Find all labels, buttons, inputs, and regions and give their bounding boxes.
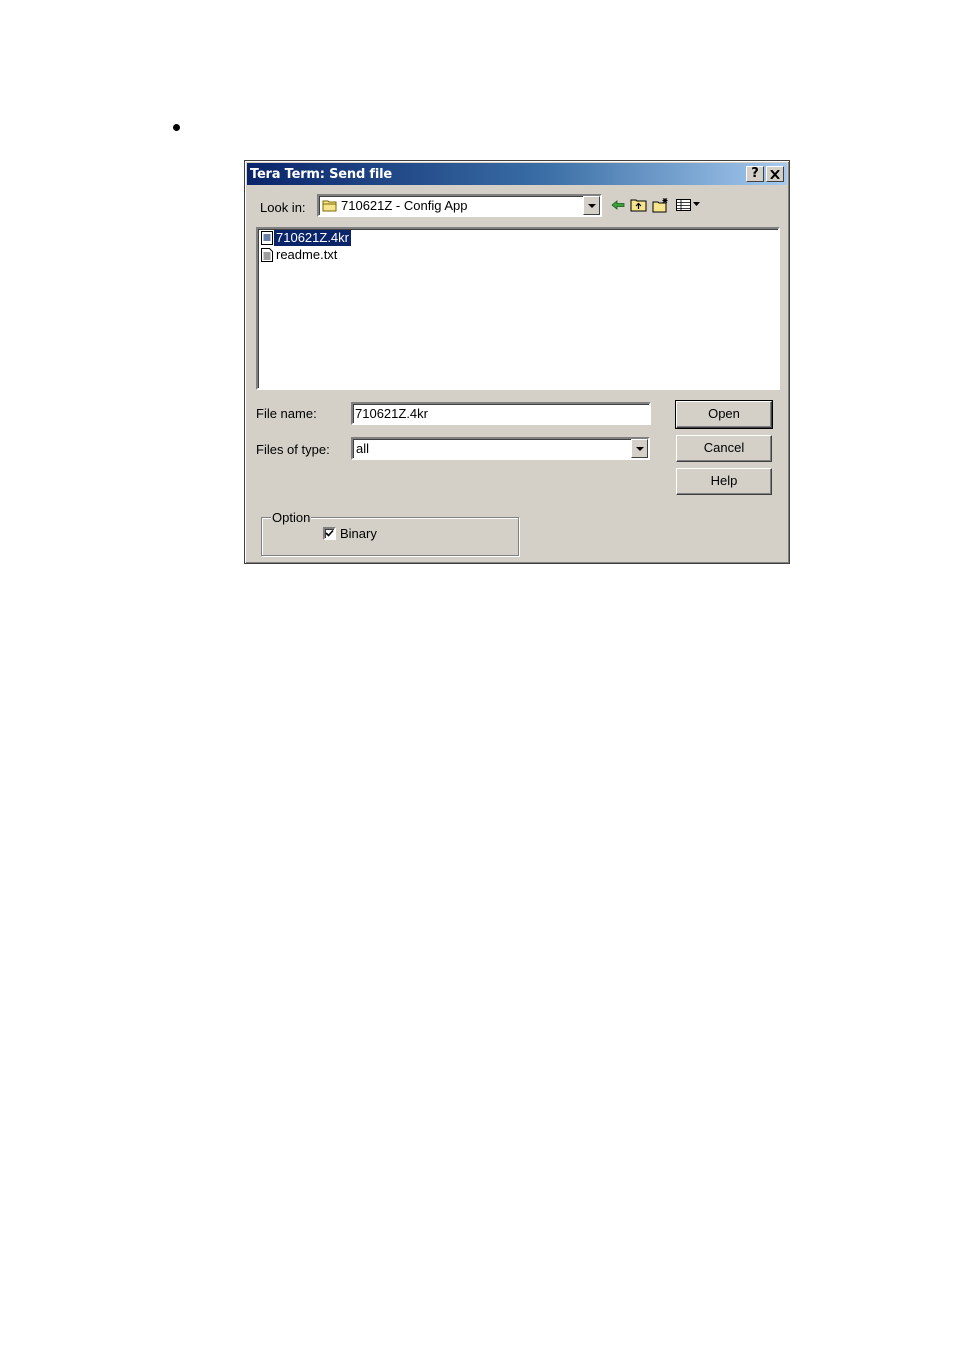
- bullet-point: [173, 124, 180, 131]
- new-folder-icon: [652, 198, 668, 213]
- close-button[interactable]: [766, 166, 784, 182]
- file-name-text: 710621Z.4kr: [274, 229, 351, 246]
- up-folder-icon: [630, 199, 647, 212]
- up-folder-button[interactable]: [630, 197, 648, 213]
- file-name-field[interactable]: [351, 402, 651, 425]
- look-in-dropdown-arrow[interactable]: [583, 196, 600, 215]
- text-file-icon: [261, 247, 273, 262]
- send-file-dialog: Tera Term: Send file ? Look in: 710621Z …: [244, 160, 790, 564]
- close-icon: [770, 170, 780, 179]
- view-menu-button[interactable]: [675, 197, 703, 213]
- files-of-type-label: Files of type:: [256, 442, 330, 457]
- help-title-button[interactable]: ?: [746, 166, 764, 182]
- file-list[interactable]: 710621Z.4kr readme.txt: [256, 227, 780, 390]
- file-name-label: File name:: [256, 406, 317, 421]
- file-name-text: readme.txt: [276, 246, 338, 262]
- look-in-label: Look in:: [260, 200, 306, 215]
- file-name-input[interactable]: [355, 405, 645, 421]
- option-group: Option Binary: [261, 510, 519, 556]
- back-button[interactable]: [609, 197, 627, 213]
- back-arrow-icon: [611, 200, 625, 210]
- files-of-type-combo[interactable]: all: [351, 437, 650, 460]
- help-button[interactable]: Help: [676, 468, 772, 495]
- checkmark-icon: [325, 529, 334, 537]
- cancel-button[interactable]: Cancel: [676, 435, 772, 462]
- title-bar[interactable]: Tera Term: Send file ?: [247, 163, 787, 185]
- open-button[interactable]: Open: [675, 400, 773, 429]
- new-folder-button[interactable]: [652, 197, 670, 213]
- dialog-title: Tera Term: Send file: [250, 167, 392, 182]
- binary-checkbox[interactable]: [323, 527, 336, 540]
- details-view-icon: [676, 199, 700, 211]
- binary-label[interactable]: Binary: [340, 526, 377, 541]
- app-file-icon: [261, 230, 273, 245]
- folder-icon: [322, 200, 337, 212]
- list-item[interactable]: readme.txt: [260, 246, 339, 263]
- files-of-type-dropdown-arrow[interactable]: [631, 439, 648, 458]
- look-in-combo[interactable]: 710621Z - Config App: [317, 194, 602, 217]
- option-group-label: Option: [271, 510, 312, 525]
- files-of-type-value: all: [356, 441, 370, 456]
- look-in-value: 710621Z - Config App: [341, 198, 468, 213]
- list-item[interactable]: 710621Z.4kr: [260, 229, 351, 246]
